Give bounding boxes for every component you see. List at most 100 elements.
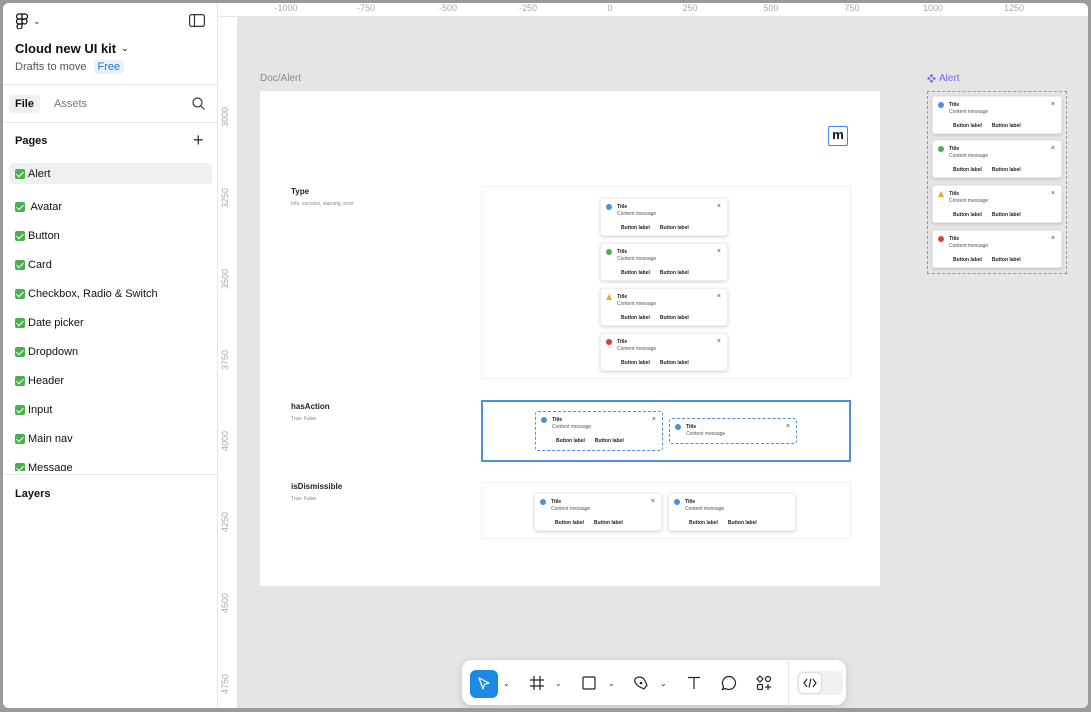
toggle-panel-icon[interactable] (189, 14, 206, 32)
ruler-left[interactable]: 3000 3250 3500 3750 4000 4250 4500 4750 (218, 17, 238, 708)
page-label: Message (28, 461, 73, 472)
alert-button: Button label (589, 518, 627, 528)
project-location-link[interactable]: Drafts to move (15, 61, 87, 73)
frame-tool-button[interactable] (524, 671, 550, 695)
page-item-input[interactable]: Input (9, 395, 212, 424)
chevron-down-icon[interactable]: ⌄ (608, 679, 615, 688)
tab-file[interactable]: File (9, 95, 40, 113)
alert-button: Button label (551, 518, 588, 528)
ruler-tick: -250 (518, 3, 538, 13)
success-icon (938, 146, 944, 152)
alert-button: Button label (987, 121, 1025, 131)
brand-logo: m (828, 126, 848, 146)
tab-assets[interactable]: Assets (48, 95, 93, 113)
alert-title: Title (949, 191, 960, 197)
ruler-tick: 0 (607, 3, 613, 13)
frame-label[interactable]: Doc/Alert (260, 73, 301, 84)
page-item-header[interactable]: Header (9, 366, 212, 395)
section-title: isDismissible (291, 482, 343, 491)
page-item-button[interactable]: Button (9, 221, 212, 250)
search-icon[interactable] (192, 97, 205, 115)
close-icon: × (716, 248, 721, 255)
alert-title: Title (949, 236, 960, 242)
alert-title: Title (685, 499, 696, 505)
file-name-button[interactable]: Cloud new UI kit ⌄ (15, 41, 129, 56)
alert-button: Button label (723, 518, 761, 528)
alert-button: Button label (655, 268, 693, 278)
alert-button: Button label (590, 436, 628, 446)
rectangle-icon (582, 676, 596, 690)
checkmark-icon (15, 288, 25, 299)
page-label: Header (28, 374, 65, 387)
checkmark-icon (15, 230, 25, 241)
alert-message: Content message (617, 301, 657, 307)
pen-tool-button[interactable] (628, 671, 654, 695)
doc-alert-frame[interactable]: m Type Info, success, warning, error Tit… (260, 91, 880, 586)
error-icon (938, 236, 944, 242)
checkmark-icon (15, 259, 25, 270)
alert-info[interactable]: Title Content message × Button label Butt… (600, 198, 728, 236)
actions-icon (756, 675, 772, 691)
text-tool-button[interactable] (681, 671, 707, 695)
checkmark-icon (15, 317, 25, 328)
alert-success[interactable]: Title Content message × Button label Butt… (600, 243, 728, 281)
alert-title: Title (617, 204, 628, 210)
chevron-down-icon[interactable]: ⌄ (555, 679, 562, 688)
ruler-top[interactable]: -1000 -750 -500 -250 0 250 500 750 1000 … (218, 3, 1088, 17)
page-item-alert[interactable]: Alert (9, 163, 212, 184)
info-icon (938, 102, 944, 108)
error-icon (606, 339, 612, 345)
alert-warning[interactable]: Title Content message × Button label Butt… (600, 288, 728, 326)
alert-actions: Button label Button label (617, 268, 693, 278)
text-icon (688, 676, 700, 689)
isdismissible-variants-box[interactable]: Title Content message × Button label Butt… (481, 482, 851, 539)
alert-title: Title (617, 339, 628, 345)
component-variant-warning[interactable]: Title Content message × Button label Butt… (932, 185, 1062, 223)
type-variants-box[interactable]: Title Content message × Button label Butt… (481, 186, 851, 379)
alert-button: Button label (987, 255, 1025, 265)
chevron-down-icon[interactable]: ⌄ (503, 679, 510, 688)
page-item-message[interactable]: Message (9, 453, 212, 471)
alert-without-action[interactable]: Title Content message × (669, 418, 797, 444)
alert-button: Button label (617, 313, 654, 323)
alert-with-action[interactable]: Title Content message × Button label Butt… (535, 411, 663, 451)
success-icon (606, 249, 612, 255)
component-set-label[interactable]: Alert (927, 73, 960, 84)
component-variant-success[interactable]: Title Content message × Button label Butt… (932, 140, 1062, 178)
comment-icon (721, 675, 737, 691)
actions-tool-button[interactable] (751, 671, 777, 695)
component-icon (927, 74, 936, 83)
page-item-avatar[interactable]: Avatar (9, 192, 212, 221)
chevron-down-icon[interactable]: ⌄ (660, 679, 667, 688)
close-icon: × (1050, 190, 1055, 197)
page-item-checkbox[interactable]: Checkbox, Radio & Switch (9, 279, 212, 308)
page-item-dropdown[interactable]: Dropdown (9, 337, 212, 366)
alert-message: Content message (949, 243, 989, 249)
section-desc: True, False (291, 416, 317, 422)
page-item-card[interactable]: Card (9, 250, 212, 279)
alert-component-set[interactable]: Title Content message × Button label Butt… (927, 91, 1067, 274)
chevron-down-icon: ⌄ (121, 43, 129, 53)
hasaction-variants-box[interactable]: Title Content message × Button label Butt… (481, 400, 851, 462)
alert-not-dismissible[interactable]: Title Content message Button label Button… (668, 493, 796, 531)
warning-icon (606, 294, 612, 300)
shape-tool-button[interactable] (576, 671, 602, 695)
main-menu-button[interactable]: ⌄ (15, 13, 41, 29)
code-icon (803, 678, 817, 688)
alert-message: Content message (617, 256, 657, 262)
page-item-date-picker[interactable]: Date picker (9, 308, 212, 337)
component-variant-info[interactable]: Title Content message × Button label Butt… (932, 96, 1062, 134)
page-item-main-nav[interactable]: Main nav (9, 424, 212, 453)
component-variant-error[interactable]: Title Content message × Button label Butt… (932, 230, 1062, 268)
alert-button: Button label (949, 121, 986, 131)
layers-header: Layers (3, 474, 218, 513)
alert-dismissible[interactable]: Title Content message × Button label Butt… (534, 493, 662, 531)
alert-actions: Button label Button label (551, 518, 627, 528)
alert-actions: Button label Button label (685, 518, 761, 528)
comment-tool-button[interactable] (716, 671, 742, 695)
alert-error[interactable]: Title Content message × Button label Butt… (600, 333, 728, 371)
add-page-icon[interactable]: + (193, 131, 204, 149)
alert-message: Content message (617, 211, 657, 217)
dev-mode-toggle[interactable] (797, 671, 843, 695)
move-tool-button[interactable] (470, 670, 498, 698)
